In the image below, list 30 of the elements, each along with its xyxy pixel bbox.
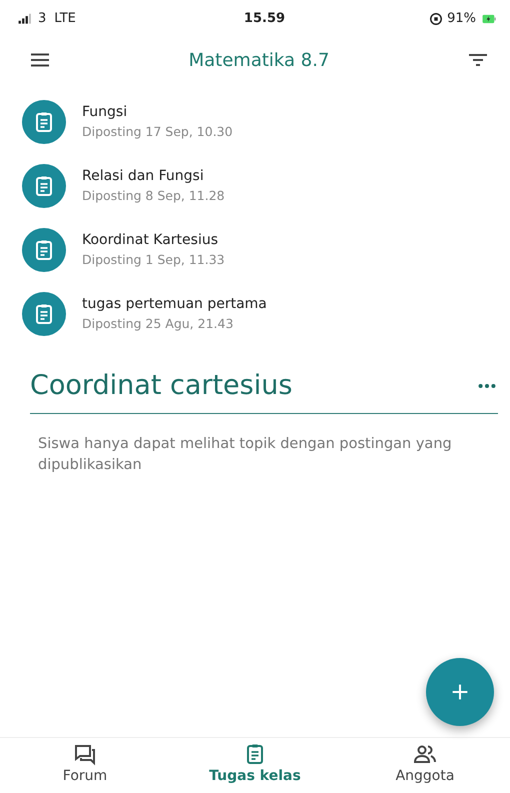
topic-note: Siswa hanya dapat melihat topik dengan postingan yang dipublikasikan (38, 434, 453, 475)
nav-tab[interactable]: Tugas kelas (170, 738, 340, 793)
clock-time: 15.59 (244, 10, 286, 28)
add-button[interactable] (426, 658, 494, 726)
assignment-icon (22, 228, 66, 272)
assignment-icon (22, 292, 66, 336)
nav-tab[interactable]: Forum (0, 738, 170, 793)
carrier-name: 3 (38, 10, 46, 28)
rotation-lock-icon (429, 12, 444, 26)
network-type: LTE (54, 10, 76, 28)
posted-date: Diposting 1 Sep, 11.33 (82, 251, 225, 270)
assignment-item[interactable]: tugas pertemuan pertama Diposting 25 Agu, 21.43 (22, 282, 510, 346)
assignment-item[interactable]: Fungsi Diposting 17 Sep, 10.30 (22, 90, 510, 154)
posted-date: Diposting 8 Sep, 11.28 (82, 187, 225, 206)
posted-date: Diposting 25 Agu, 21.43 (82, 315, 234, 334)
assignment-title: tugas pertemuan pertama (82, 295, 267, 314)
assignment-title: Koordinat Kartesius (82, 231, 220, 250)
signal-icon (16, 12, 34, 26)
assignment-icon (22, 164, 66, 208)
nav-tab[interactable]: Anggota (340, 738, 510, 793)
assignment-title: Fungsi (82, 103, 128, 122)
assignment-title: Relasi dan Fungsi (82, 167, 205, 186)
posted-date: Diposting 17 Sep, 10.30 (82, 123, 233, 142)
assignment-item[interactable]: Koordinat Kartesius Diposting 1 Sep, 11.33 (22, 218, 510, 282)
forum-icon (73, 742, 97, 766)
assignment-icon (22, 100, 66, 144)
topic-title: Coordinat cartesius (30, 369, 292, 403)
class-title: Matematika 8.7 (188, 48, 330, 72)
assignment-item[interactable]: Relasi dan Fungsi Diposting 8 Sep, 11.28 (22, 154, 510, 218)
battery-percentage: 91% (447, 10, 476, 28)
